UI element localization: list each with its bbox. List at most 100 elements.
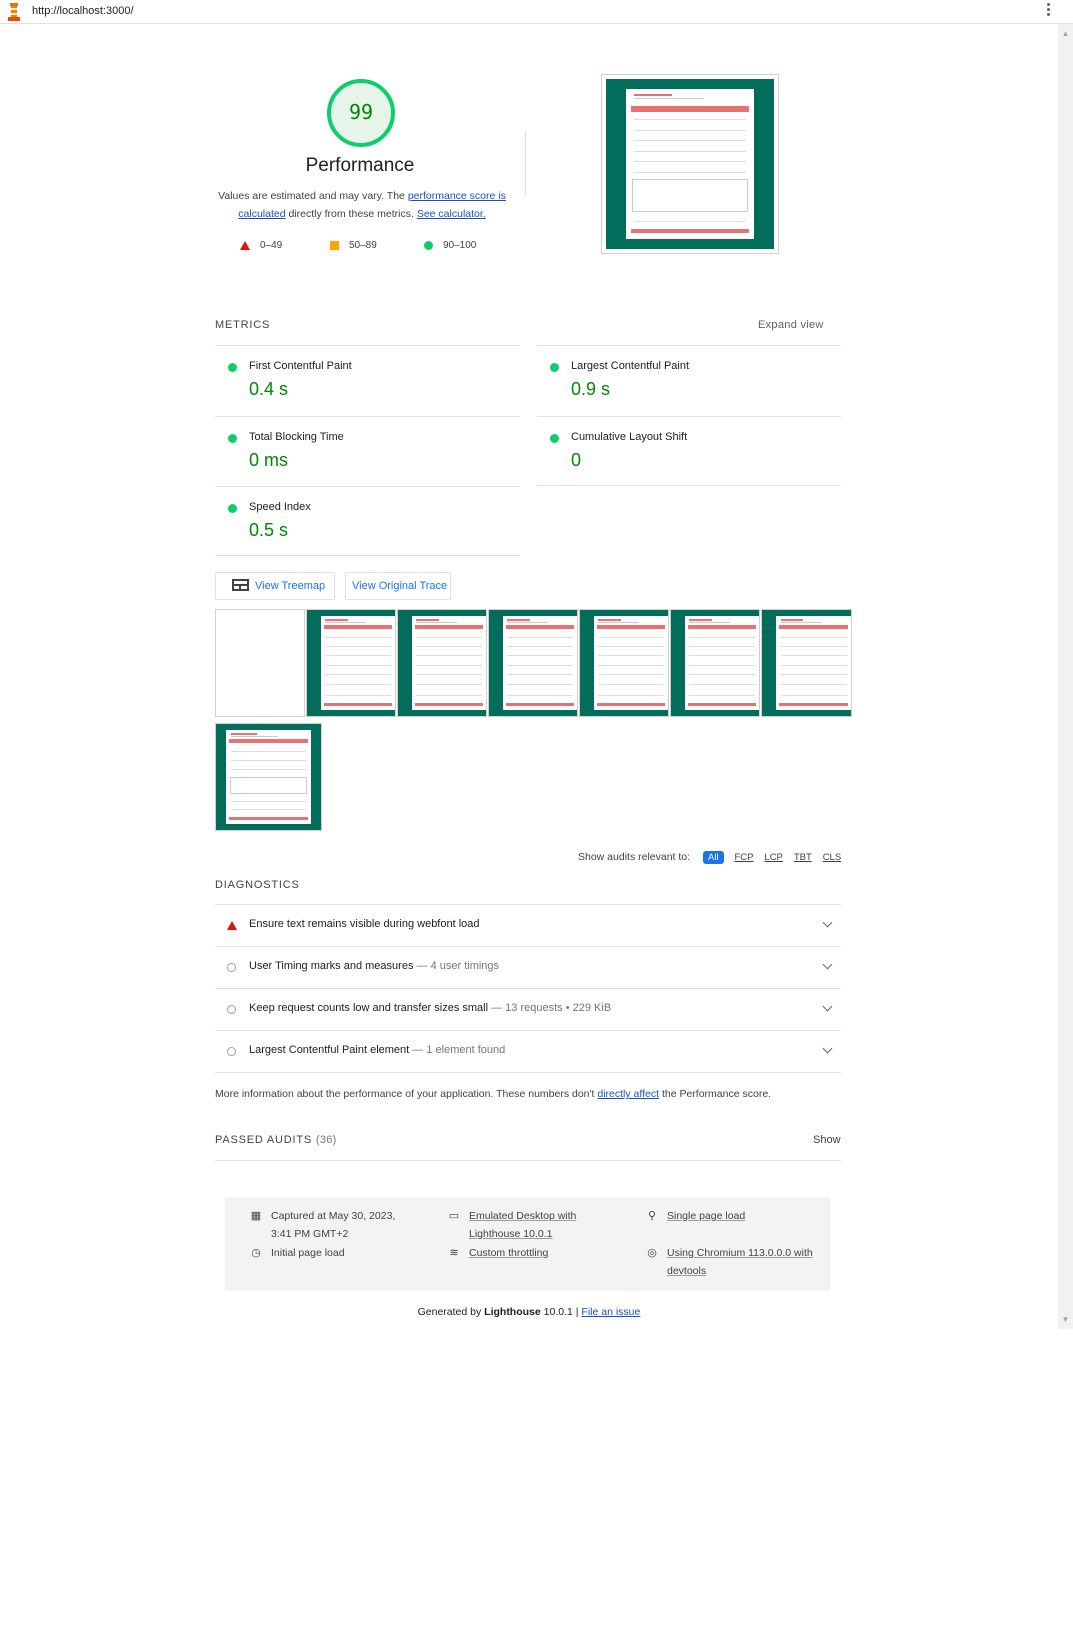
filmstrip-frame — [761, 609, 852, 717]
env-text: Emulated Desktop with — [469, 1210, 577, 1222]
pass-circle-icon — [550, 363, 559, 372]
filmstrip-frame — [215, 609, 305, 717]
performance-score-gauge: 99 — [327, 79, 395, 147]
score-description: Values are estimated and may vary. The p… — [212, 187, 512, 223]
filter-fcp[interactable]: FCP — [734, 852, 753, 863]
button-label: View Treemap — [255, 580, 326, 592]
file-an-issue-link[interactable]: File an issue — [581, 1306, 640, 1318]
passed-label: PASSED AUDITS — [215, 1134, 312, 1146]
env-text: Lighthouse 10.0.1 — [469, 1228, 553, 1240]
audit-title: Ensure text remains visible during webfo… — [249, 918, 480, 930]
metric-value: 0.9 s — [571, 379, 611, 399]
env-text: Single page load — [667, 1210, 746, 1222]
average-square-icon — [330, 240, 339, 250]
scroll-up-arrow-icon[interactable]: ▲ — [1058, 26, 1073, 41]
info-circle-icon — [227, 1047, 236, 1056]
divider — [215, 486, 520, 487]
stopwatch-icon: ◷ — [251, 1247, 261, 1259]
metric-label: Cumulative Layout Shift — [571, 431, 688, 443]
legend-label: 0–49 — [260, 240, 283, 251]
info-circle-icon — [227, 1005, 236, 1014]
metric-label: First Contentful Paint — [249, 360, 352, 372]
show-passed-toggle[interactable]: Show — [813, 1134, 841, 1146]
chevron-down-icon[interactable] — [822, 1043, 833, 1054]
fail-triangle-icon — [227, 921, 237, 930]
pass-circle-icon — [228, 504, 237, 513]
chevron-down-icon[interactable] — [822, 917, 833, 928]
see-calculator-link[interactable]: See calculator. — [417, 208, 486, 220]
divider — [525, 131, 526, 195]
filmstrip-frame — [670, 609, 760, 717]
view-treemap-button[interactable]: View Treemap — [215, 572, 335, 600]
filter-cls[interactable]: CLS — [823, 852, 841, 863]
env-captured: ▦ Captured at May 30, 2023, 3:41 PM GMT+… — [251, 1207, 446, 1243]
divider — [537, 345, 841, 346]
legend-average: 50–89 — [330, 240, 377, 251]
desc-text: Values are estimated and may vary. The — [218, 190, 408, 202]
audit-display-value: — 1 element found — [412, 1044, 506, 1056]
filter-all[interactable]: All — [703, 851, 724, 864]
audit-webfont[interactable]: Ensure text remains visible during webfo… — [215, 905, 841, 947]
lighthouse-logo-icon — [8, 3, 20, 21]
devices-icon: ▭ — [448, 1210, 460, 1222]
more-info-text: More information about the performance o… — [215, 1088, 598, 1100]
audit-user-timings[interactable]: User Timing marks and measures — 4 user … — [215, 947, 841, 989]
filter-tbt[interactable]: TBT — [794, 852, 812, 863]
audit-resource-summary[interactable]: Keep request counts low and transfer siz… — [215, 989, 841, 1031]
diagnostics-more-info: More information about the performance o… — [215, 1088, 771, 1100]
report-footer: Generated by Lighthouse 10.0.1 | File an… — [0, 1306, 1058, 1318]
audit-display-value: — 4 user timings — [416, 960, 500, 972]
legend-label: 50–89 — [349, 240, 377, 251]
url-text[interactable]: http://localhost:3000/ — [32, 5, 134, 17]
env-single-load: ⚲ Single page load — [648, 1207, 842, 1225]
chevron-down-icon[interactable] — [822, 1001, 833, 1012]
metric-value: 0 — [571, 450, 582, 470]
divider — [215, 1160, 841, 1161]
chevron-down-icon[interactable] — [822, 959, 833, 970]
metric-label: Speed Index — [249, 501, 311, 513]
expand-view-toggle[interactable]: Expand view — [758, 319, 824, 331]
fail-triangle-icon — [240, 240, 250, 250]
env-text: Captured at May 30, 2023, — [271, 1210, 396, 1222]
pass-circle-icon — [228, 363, 237, 372]
score-value: 99 — [348, 100, 374, 124]
menu-kebab-icon[interactable] — [1045, 3, 1051, 21]
footer-text: Generated by — [417, 1306, 485, 1318]
treemap-icon — [232, 578, 249, 591]
audit-lcp-element[interactable]: Largest Contentful Paint element — 1 ele… — [215, 1031, 841, 1073]
audit-title: Keep request counts low and transfer siz… — [249, 1002, 489, 1014]
pass-circle-icon — [550, 434, 559, 443]
final-screenshot[interactable] — [601, 74, 779, 254]
divider — [215, 416, 520, 417]
env-chromium: ◎ Using Chromium 113.0.0.0 with devtools — [647, 1244, 842, 1280]
runtime-settings: ▦ Captured at May 30, 2023, 3:41 PM GMT+… — [225, 1197, 830, 1291]
chrome-icon: ◎ — [647, 1247, 657, 1259]
footer-version: 10.0.1 | — [540, 1306, 582, 1318]
info-circle-icon — [227, 963, 236, 972]
scroll-down-arrow-icon[interactable]: ▼ — [1058, 1312, 1073, 1327]
pass-circle-icon — [424, 240, 433, 250]
env-text: 3:41 PM GMT+2 — [271, 1228, 349, 1240]
filter-label: Show audits relevant to: — [578, 851, 691, 863]
env-initial-load: ◷ Initial page load — [251, 1244, 446, 1262]
view-original-trace-button[interactable]: View Original Trace — [345, 572, 451, 600]
env-text: Initial page load — [271, 1247, 345, 1259]
filter-lcp[interactable]: LCP — [764, 852, 782, 863]
filmstrip-frame — [306, 609, 396, 717]
address-bar: http://localhost:3000/ — [0, 0, 1073, 24]
footer-brand: Lighthouse — [484, 1306, 541, 1318]
category-title: Performance — [305, 155, 415, 176]
more-info-text-2: the Performance score. — [659, 1088, 772, 1100]
scrollbar[interactable]: ▲ ▼ — [1058, 24, 1073, 1329]
filmstrip-frame — [215, 723, 322, 831]
wifi-icon: ≋ — [449, 1247, 459, 1259]
env-text: devtools — [667, 1265, 707, 1277]
passed-audits-header[interactable]: PASSED AUDITS (36) — [215, 1134, 337, 1146]
divider — [537, 485, 841, 486]
legend-fail: 0–49 — [240, 240, 282, 251]
metric-label: Total Blocking Time — [249, 431, 344, 443]
filmstrip-frame — [579, 609, 669, 717]
env-text: Custom throttling — [469, 1247, 549, 1259]
user-settings-icon: ⚲ — [647, 1210, 657, 1222]
directly-affect-link[interactable]: directly affect — [597, 1088, 659, 1100]
